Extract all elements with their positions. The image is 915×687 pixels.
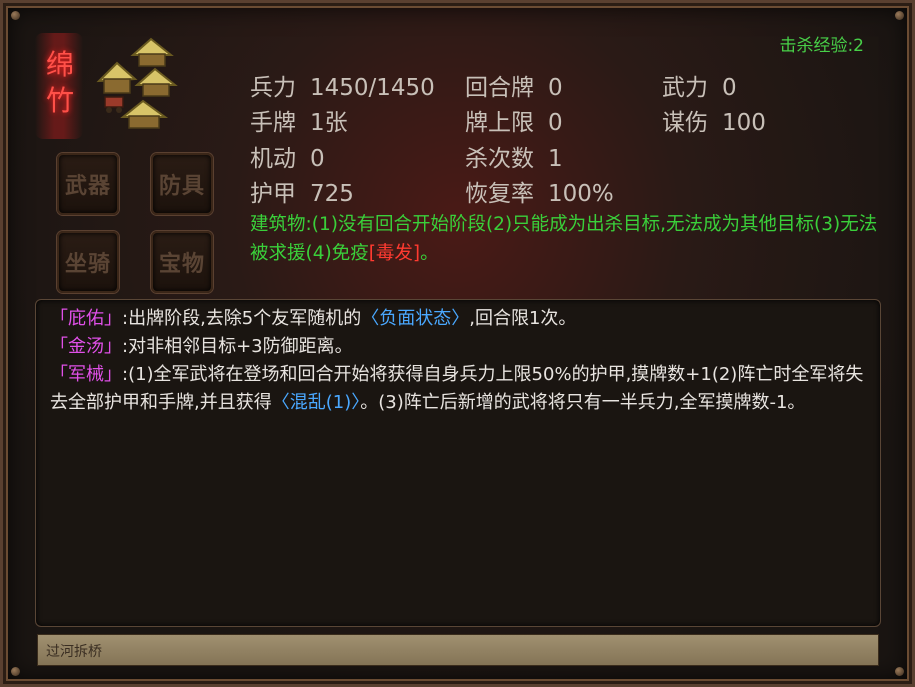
skill-keyword-link[interactable]: 〈混乱(1)〉: [272, 392, 361, 413]
stat-armor: 护甲 725: [250, 174, 354, 208]
hut-icon: [134, 67, 178, 97]
skill-entry: 「庇佑」:出牌阶段,去除5个友军随机的〈负面状态〉,回合限1次。: [50, 305, 866, 333]
mount-slot[interactable]: 坐骑: [57, 231, 119, 293]
hut-icon: [96, 61, 138, 94]
stat-key: 机动: [250, 146, 296, 172]
corner-rivet: [11, 11, 20, 20]
footer-bar: 过河拆桥: [37, 634, 879, 666]
stat-value: 1张: [310, 110, 348, 136]
hut-icon: [120, 99, 169, 129]
footer-text: 过河拆桥: [46, 644, 102, 660]
stat-key: 谋伤: [662, 110, 708, 136]
kill-exp-label: 击杀经验:2: [779, 36, 864, 56]
stat-key: 牌上限: [465, 110, 534, 136]
corner-rivet: [11, 667, 20, 676]
stat-key: 回合牌: [465, 75, 534, 101]
corner-rivet: [895, 11, 904, 20]
building-trait-body: 建筑物:(1)没有回合开始阶段(2)只能成为出杀目标,无法成为其他目标(3)无法…: [250, 214, 878, 264]
stat-value: 1450/1450: [310, 75, 435, 101]
stat-card-limit: 牌上限 0: [465, 103, 563, 137]
skill-keyword-link[interactable]: 〈负面状态〉: [361, 308, 469, 329]
building-trait-text: 建筑物:(1)没有回合开始阶段(2)只能成为出杀目标,无法成为其他目标(3)无法…: [250, 210, 880, 268]
stat-key: 恢复率: [465, 181, 534, 207]
skill-name: 「军械」: [50, 364, 122, 385]
stat-hand-cards: 手牌 1张: [250, 103, 348, 137]
stat-key: 兵力: [250, 75, 296, 101]
building-trait-end: 。: [420, 243, 439, 264]
skill-description-box: 「庇佑」:出牌阶段,去除5个友军随机的〈负面状态〉,回合限1次。 「金汤」:对非…: [35, 299, 881, 627]
hut-icon: [130, 37, 174, 67]
weapon-slot[interactable]: 武器: [57, 153, 119, 215]
armor-slot[interactable]: 防具: [151, 153, 213, 215]
treasure-slot[interactable]: 宝物: [151, 231, 213, 293]
stat-mobility: 机动 0: [250, 139, 325, 173]
corner-rivet: [895, 667, 904, 676]
poison-keyword: [毒发]: [368, 243, 421, 264]
building-portrait-icon: [96, 37, 178, 129]
stat-value: 100: [722, 110, 766, 136]
stat-key: 杀次数: [465, 146, 534, 172]
stat-force: 武力 0: [662, 68, 737, 102]
stat-key: 手牌: [250, 110, 296, 136]
stat-troops: 兵力 1450/1450: [250, 68, 435, 102]
stat-value: 0: [548, 110, 563, 136]
skill-entry: 「金汤」:对非相邻目标+3防御距离。: [50, 333, 866, 361]
cart-icon: [104, 96, 124, 113]
stat-value: 0: [722, 75, 737, 101]
stat-round-cards: 回合牌 0: [465, 68, 563, 102]
stat-recovery-rate: 恢复率 100%: [465, 174, 614, 208]
stat-value: 0: [310, 146, 325, 172]
stat-value: 0: [548, 75, 563, 101]
stat-value: 725: [310, 181, 354, 207]
stat-key: 护甲: [250, 181, 296, 207]
skill-text: ,回合限1次。: [469, 308, 577, 329]
skill-text: :对非相邻目标+3防御距离。: [122, 336, 353, 357]
general-info-panel: 击杀经验:2 绵竹 武器 防具 坐骑 宝物 兵力 1450/1450 回合牌 0…: [0, 0, 915, 687]
skill-name: 「庇佑」: [50, 308, 122, 329]
skill-entry: 「军械」:(1)全军武将在登场和回合开始将获得自身兵力上限50%的护甲,摸牌数+…: [50, 361, 866, 417]
skill-text: 。(3)阵亡后新增的武将将只有一半兵力,全军摸牌数-1。: [360, 392, 806, 413]
stat-value: 1: [548, 146, 563, 172]
stat-key: 武力: [662, 75, 708, 101]
stat-strategy-damage: 谋伤 100: [662, 103, 766, 137]
general-name: 绵竹: [45, 48, 74, 117]
skill-name: 「金汤」: [50, 336, 122, 357]
stat-kill-count: 杀次数 1: [465, 139, 563, 173]
skill-text: :出牌阶段,去除5个友军随机的: [122, 308, 362, 329]
stat-value: 100%: [548, 181, 614, 207]
